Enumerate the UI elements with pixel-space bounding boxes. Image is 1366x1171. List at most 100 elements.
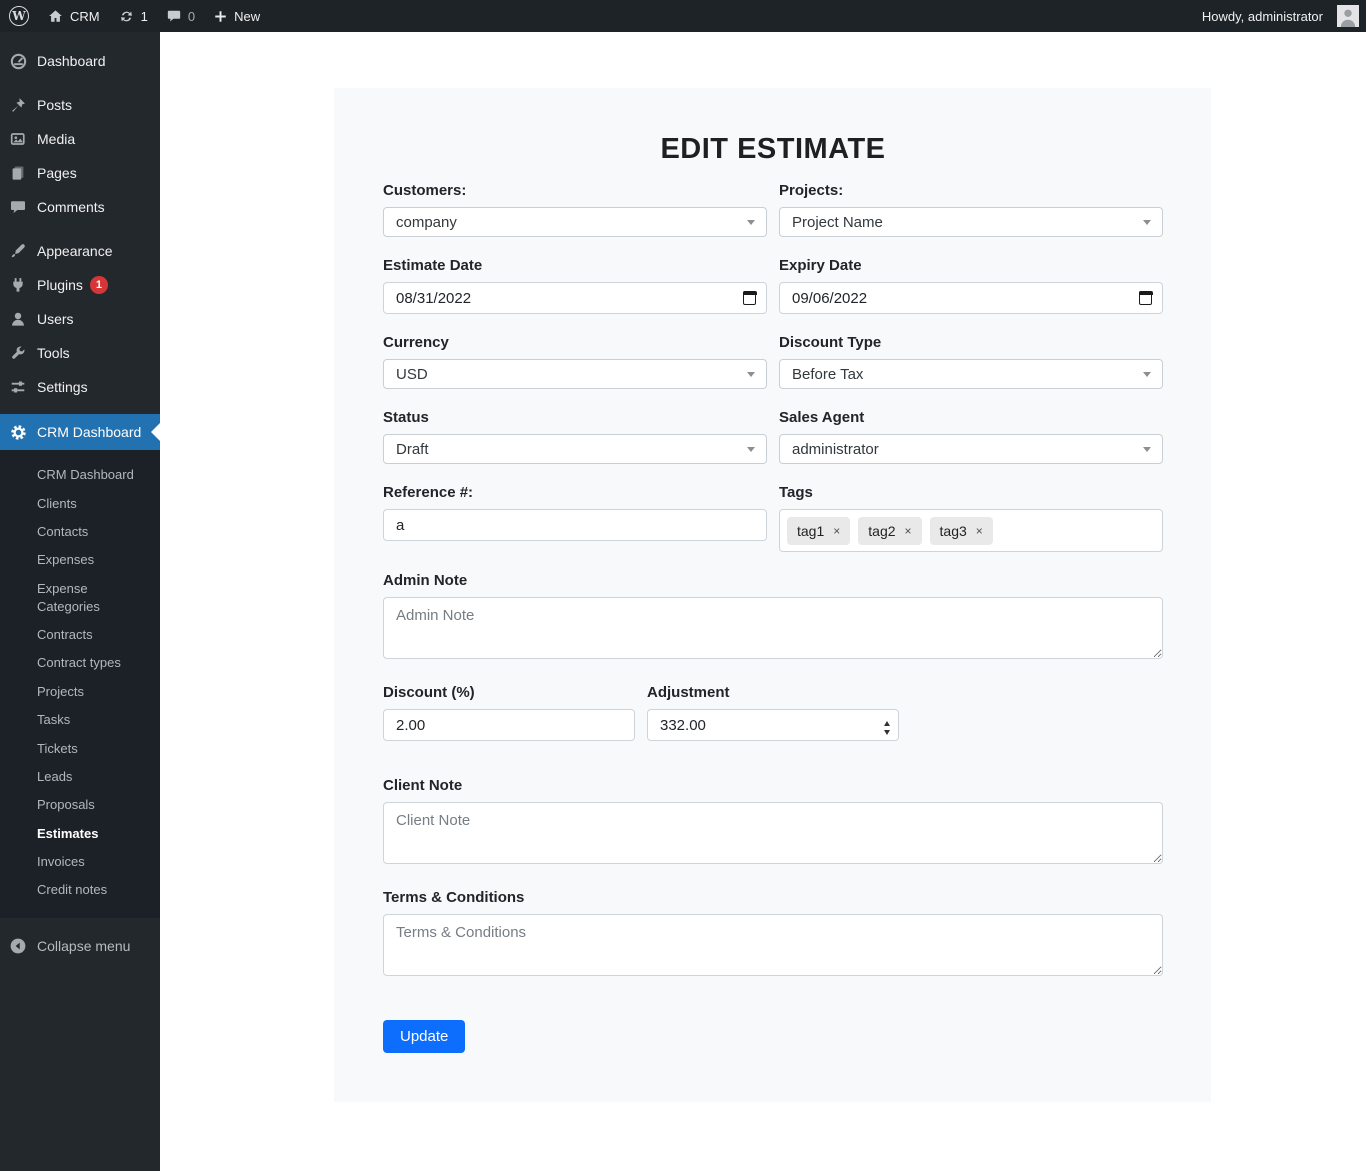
- avatar: [1337, 5, 1359, 27]
- sidebar-item-tools[interactable]: Tools: [0, 336, 160, 370]
- home-icon: [47, 8, 64, 25]
- sidebar-item-label: Settings: [37, 379, 88, 395]
- pages-icon: [8, 163, 28, 183]
- submenu-item-projects[interactable]: Projects: [0, 678, 160, 706]
- collapse-menu-button[interactable]: Collapse menu: [0, 929, 160, 963]
- sales-agent-select[interactable]: administrator: [779, 434, 1163, 464]
- submenu-item-tickets[interactable]: Tickets: [0, 734, 160, 762]
- edit-estimate-card: EDIT ESTIMATE Customers: company Project…: [334, 88, 1211, 1102]
- submenu-item-contracts[interactable]: Contracts: [0, 621, 160, 649]
- submenu-item-estimates[interactable]: Estimates: [0, 820, 160, 848]
- submenu-item-credit-notes[interactable]: Credit notes: [0, 876, 160, 904]
- sidebar-item-label: Comments: [37, 199, 105, 215]
- new-content-menu[interactable]: New: [204, 0, 269, 32]
- submenu-item-clients[interactable]: Clients: [0, 489, 160, 517]
- currency-field: Currency USD: [383, 334, 767, 389]
- status-label: Status: [383, 409, 429, 426]
- adjustment-input[interactable]: [647, 709, 899, 741]
- new-label: New: [234, 8, 261, 24]
- sales-agent-label: Sales Agent: [779, 409, 865, 426]
- projects-selected-value: Project Name: [792, 213, 883, 231]
- admin-note-label: Admin Note: [383, 572, 468, 589]
- estimate-date-input[interactable]: [383, 282, 767, 314]
- sidebar-item-label: Plugins: [37, 277, 83, 293]
- comment-bubble-icon: [166, 8, 182, 24]
- admin-sidebar: Dashboard Posts Media Pages Comments App…: [0, 32, 160, 1171]
- discount-type-label: Discount Type: [779, 334, 882, 351]
- sidebar-item-media[interactable]: Media: [0, 122, 160, 156]
- submenu-item-expense-categories[interactable]: Expense Categories: [0, 575, 160, 621]
- admin-note-textarea[interactable]: [383, 597, 1163, 659]
- submenu-item-contract-types[interactable]: Contract types: [0, 649, 160, 677]
- pushpin-icon: [8, 95, 28, 115]
- projects-label: Projects:: [779, 182, 844, 199]
- reference-label: Reference #:: [383, 484, 474, 501]
- sidebar-item-plugins[interactable]: Plugins 1: [0, 268, 160, 302]
- tag-chip-label: tag2: [868, 522, 896, 539]
- submenu-item-contacts[interactable]: Contacts: [0, 518, 160, 546]
- submenu-item-tasks[interactable]: Tasks: [0, 706, 160, 734]
- reference-input[interactable]: [383, 509, 767, 541]
- tag-remove-icon[interactable]: ×: [833, 525, 840, 537]
- media-icon: [8, 129, 28, 149]
- sidebar-item-settings[interactable]: Settings: [0, 370, 160, 404]
- site-name-label: CRM: [70, 8, 100, 24]
- discount-input[interactable]: [383, 709, 635, 741]
- currency-select[interactable]: USD: [383, 359, 767, 389]
- tag-remove-icon[interactable]: ×: [905, 525, 912, 537]
- discount-field: Discount (%): [383, 684, 635, 741]
- paintbrush-icon: [8, 241, 28, 261]
- sidebar-item-label: Appearance: [37, 243, 113, 259]
- wordpress-menu[interactable]: W: [0, 0, 38, 32]
- sales-agent-field: Sales Agent administrator: [779, 409, 1163, 464]
- sidebar-item-appearance[interactable]: Appearance: [0, 234, 160, 268]
- tag-remove-icon[interactable]: ×: [976, 525, 983, 537]
- site-name-menu[interactable]: CRM: [38, 0, 109, 32]
- sidebar-item-crm-dashboard[interactable]: CRM Dashboard: [0, 414, 160, 450]
- sidebar-item-label: Tools: [37, 345, 70, 361]
- customers-select[interactable]: company: [383, 207, 767, 237]
- status-field: Status Draft: [383, 409, 767, 464]
- sliders-icon: [8, 377, 28, 397]
- sidebar-item-comments[interactable]: Comments: [0, 190, 160, 224]
- sidebar-item-dashboard[interactable]: Dashboard: [0, 44, 160, 78]
- sidebar-item-pages[interactable]: Pages: [0, 156, 160, 190]
- account-menu[interactable]: Howdy, administrator: [1193, 0, 1366, 32]
- updates-menu[interactable]: 1: [109, 0, 157, 32]
- plugin-icon: [8, 275, 28, 295]
- projects-select[interactable]: Project Name: [779, 207, 1163, 237]
- update-button[interactable]: Update: [383, 1020, 466, 1053]
- dashboard-gauge-icon: [8, 51, 28, 71]
- estimate-date-field: Estimate Date: [383, 257, 767, 314]
- terms-textarea[interactable]: [383, 914, 1163, 976]
- submenu-item-leads[interactable]: Leads: [0, 763, 160, 791]
- submenu-item-expenses[interactable]: Expenses: [0, 546, 160, 574]
- comments-count: 0: [187, 8, 196, 24]
- sales-agent-selected-value: administrator: [792, 440, 879, 458]
- collapse-menu-label: Collapse menu: [37, 937, 131, 954]
- tag-chip: tag2 ×: [858, 516, 922, 545]
- adjustment-label: Adjustment: [647, 684, 730, 701]
- wrench-icon: [8, 343, 28, 363]
- tags-input[interactable]: tag1 × tag2 × tag3 ×: [779, 509, 1163, 552]
- tag-chip-label: tag1: [797, 522, 825, 539]
- sidebar-item-label: Posts: [37, 97, 73, 113]
- comments-icon: [8, 197, 28, 217]
- status-select[interactable]: Draft: [383, 434, 767, 464]
- sidebar-item-users[interactable]: Users: [0, 302, 160, 336]
- client-note-textarea[interactable]: [383, 802, 1163, 864]
- collapse-arrow-icon: [8, 936, 28, 956]
- sidebar-item-posts[interactable]: Posts: [0, 88, 160, 122]
- updates-count: 1: [140, 8, 148, 24]
- discount-type-field: Discount Type Before Tax: [779, 334, 1163, 389]
- comments-menu[interactable]: 0: [157, 0, 204, 32]
- discount-type-select[interactable]: Before Tax: [779, 359, 1163, 389]
- submenu-item-invoices[interactable]: Invoices: [0, 848, 160, 876]
- expiry-date-input[interactable]: [779, 282, 1163, 314]
- submenu-item-crm-dashboard[interactable]: CRM Dashboard: [0, 461, 160, 489]
- sidebar-item-label: Dashboard: [37, 53, 106, 69]
- submenu-item-proposals[interactable]: Proposals: [0, 791, 160, 819]
- tags-field: Tags tag1 × tag2 × tag3 ×: [779, 484, 1163, 552]
- page-title: EDIT ESTIMATE: [660, 133, 886, 165]
- tags-label: Tags: [779, 484, 813, 501]
